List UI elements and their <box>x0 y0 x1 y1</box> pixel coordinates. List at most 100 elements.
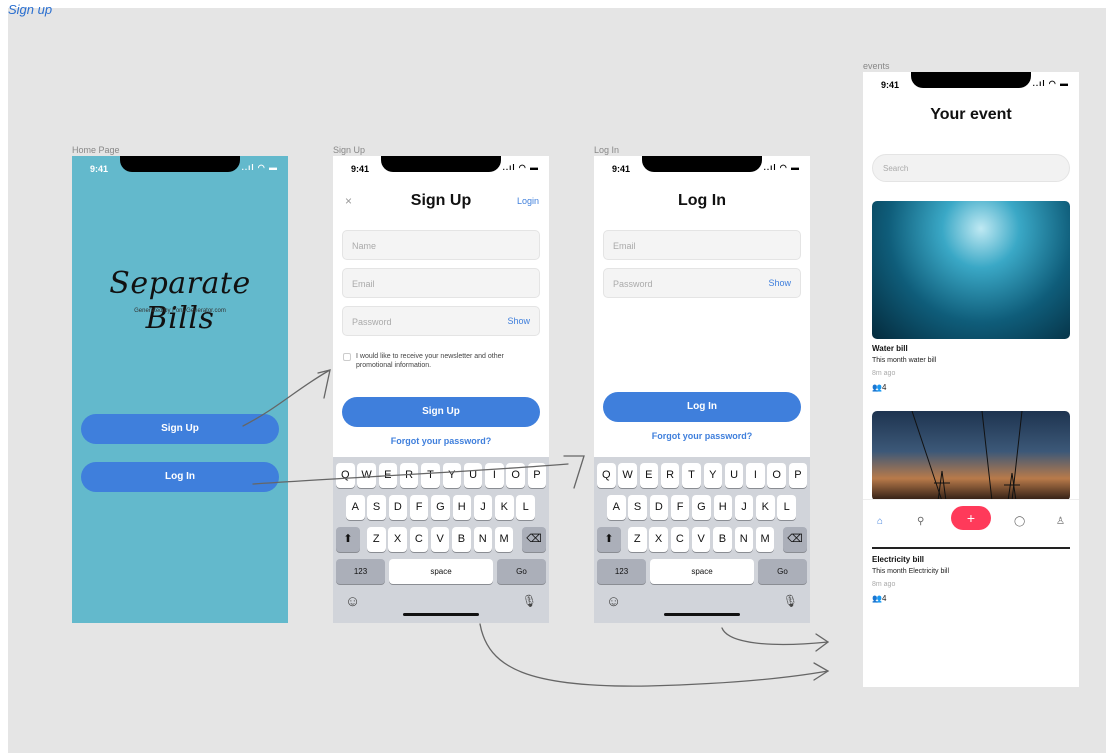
numbers-key[interactable]: 123 <box>597 559 646 584</box>
search-tab-icon[interactable]: ⚲ <box>917 516 924 527</box>
card-time: 8m ago <box>872 370 896 377</box>
key-v[interactable]: V <box>430 527 450 552</box>
key-k[interactable]: K <box>756 495 775 520</box>
logo-credit: Generated by Font-Generator.com <box>134 308 226 314</box>
key-q[interactable]: Q <box>336 463 355 488</box>
go-key[interactable]: Go <box>497 559 546 584</box>
key-r[interactable]: R <box>660 463 680 488</box>
space-key[interactable]: space <box>389 559 493 584</box>
delete-key[interactable]: ⌫ <box>783 527 807 552</box>
key-l[interactable]: L <box>516 495 535 520</box>
key-w[interactable]: W <box>357 463 376 488</box>
card-description: This month Electricity bill <box>872 568 950 575</box>
emoji-icon[interactable]: ☺ <box>345 593 360 610</box>
email-field[interactable]: Email <box>342 268 540 298</box>
arrowhead <box>317 369 331 399</box>
key-g[interactable]: G <box>692 495 711 520</box>
key-n[interactable]: N <box>473 527 492 552</box>
key-o[interactable]: O <box>767 463 786 488</box>
forgot-password-link[interactable]: Forgot your password? <box>333 436 549 446</box>
delete-key[interactable]: ⌫ <box>522 527 546 552</box>
key-x[interactable]: X <box>649 527 668 552</box>
key-h[interactable]: H <box>452 495 471 520</box>
key-k[interactable]: K <box>495 495 514 520</box>
microphone-icon[interactable]: 🎙 <box>522 594 537 608</box>
key-t[interactable]: T <box>421 463 440 488</box>
key-w[interactable]: W <box>618 463 637 488</box>
login-link[interactable]: Login <box>517 196 539 206</box>
chat-tab-icon[interactable]: ◯ <box>1014 516 1025 527</box>
key-d[interactable]: D <box>388 495 408 520</box>
shift-key[interactable]: ⬆ <box>336 527 360 552</box>
microphone-icon[interactable]: 🎙 <box>783 594 798 608</box>
frame-label-events: events <box>863 61 890 71</box>
home-signup-button[interactable]: Sign Up <box>81 414 279 444</box>
show-password-toggle[interactable]: Show <box>768 278 791 288</box>
key-b[interactable]: B <box>452 527 471 552</box>
key-i[interactable]: I <box>485 463 504 488</box>
key-g[interactable]: G <box>431 495 450 520</box>
password-field[interactable]: Password Show <box>603 268 801 298</box>
card-title[interactable]: Electricity bill <box>872 555 924 564</box>
key-z[interactable]: Z <box>628 527 647 552</box>
key-h[interactable]: H <box>713 495 732 520</box>
key-u[interactable]: U <box>463 463 483 488</box>
key-i[interactable]: I <box>746 463 765 488</box>
key-p[interactable]: P <box>788 463 808 488</box>
key-y[interactable]: Y <box>703 463 722 488</box>
key-y[interactable]: Y <box>442 463 461 488</box>
status-bar: 9:41 ..ıl ◠ ▬ <box>333 156 549 180</box>
key-e[interactable]: E <box>378 463 398 488</box>
key-o[interactable]: O <box>506 463 525 488</box>
key-d[interactable]: D <box>649 495 669 520</box>
add-event-button[interactable]: + <box>951 506 991 530</box>
key-p[interactable]: P <box>527 463 547 488</box>
card-title[interactable]: Water bill <box>872 344 908 353</box>
key-n[interactable]: N <box>734 527 753 552</box>
key-z[interactable]: Z <box>367 527 386 552</box>
key-c[interactable]: C <box>409 527 429 552</box>
key-b[interactable]: B <box>713 527 732 552</box>
key-r[interactable]: R <box>399 463 419 488</box>
email-field[interactable]: Email <box>603 230 801 260</box>
key-x[interactable]: X <box>388 527 407 552</box>
emoji-icon[interactable]: ☺ <box>606 593 621 610</box>
key-l[interactable]: L <box>777 495 796 520</box>
key-u[interactable]: U <box>724 463 744 488</box>
key-e[interactable]: E <box>639 463 659 488</box>
key-m[interactable]: M <box>494 527 514 552</box>
key-m[interactable]: M <box>755 527 775 552</box>
home-tab-icon[interactable]: ⌂ <box>877 516 883 527</box>
name-field[interactable]: Name <box>342 230 540 260</box>
key-a[interactable]: A <box>346 495 365 520</box>
password-field[interactable]: Password Show <box>342 306 540 336</box>
water-bill-image[interactable] <box>872 201 1070 339</box>
forgot-password-link[interactable]: Forgot your password? <box>594 431 810 441</box>
home-login-button[interactable]: Log In <box>81 462 279 492</box>
key-q[interactable]: Q <box>597 463 616 488</box>
profile-tab-icon[interactable]: ♙ <box>1056 516 1065 527</box>
shift-key[interactable]: ⬆ <box>597 527 621 552</box>
key-f[interactable]: F <box>409 495 429 520</box>
key-a[interactable]: A <box>607 495 626 520</box>
electricity-bill-image[interactable] <box>872 410 1070 502</box>
space-key[interactable]: space <box>650 559 754 584</box>
key-c[interactable]: C <box>670 527 690 552</box>
signup-submit-button[interactable]: Sign Up <box>342 397 540 427</box>
login-submit-button[interactable]: Log In <box>603 392 801 422</box>
card-members: 👥4 <box>872 594 886 603</box>
key-s[interactable]: S <box>367 495 386 520</box>
bottom-tab-bar: ⌂ ⚲ + ◯ ♙ <box>863 499 1079 547</box>
key-j[interactable]: J <box>734 495 754 520</box>
key-f[interactable]: F <box>670 495 690 520</box>
newsletter-checkbox[interactable] <box>343 353 351 361</box>
key-v[interactable]: V <box>691 527 711 552</box>
numbers-key[interactable]: 123 <box>336 559 385 584</box>
key-t[interactable]: T <box>682 463 701 488</box>
home-indicator <box>664 613 740 616</box>
go-key[interactable]: Go <box>758 559 807 584</box>
show-password-toggle[interactable]: Show <box>507 316 530 326</box>
key-j[interactable]: J <box>473 495 493 520</box>
key-s[interactable]: S <box>628 495 647 520</box>
search-input[interactable]: Search <box>872 154 1070 182</box>
